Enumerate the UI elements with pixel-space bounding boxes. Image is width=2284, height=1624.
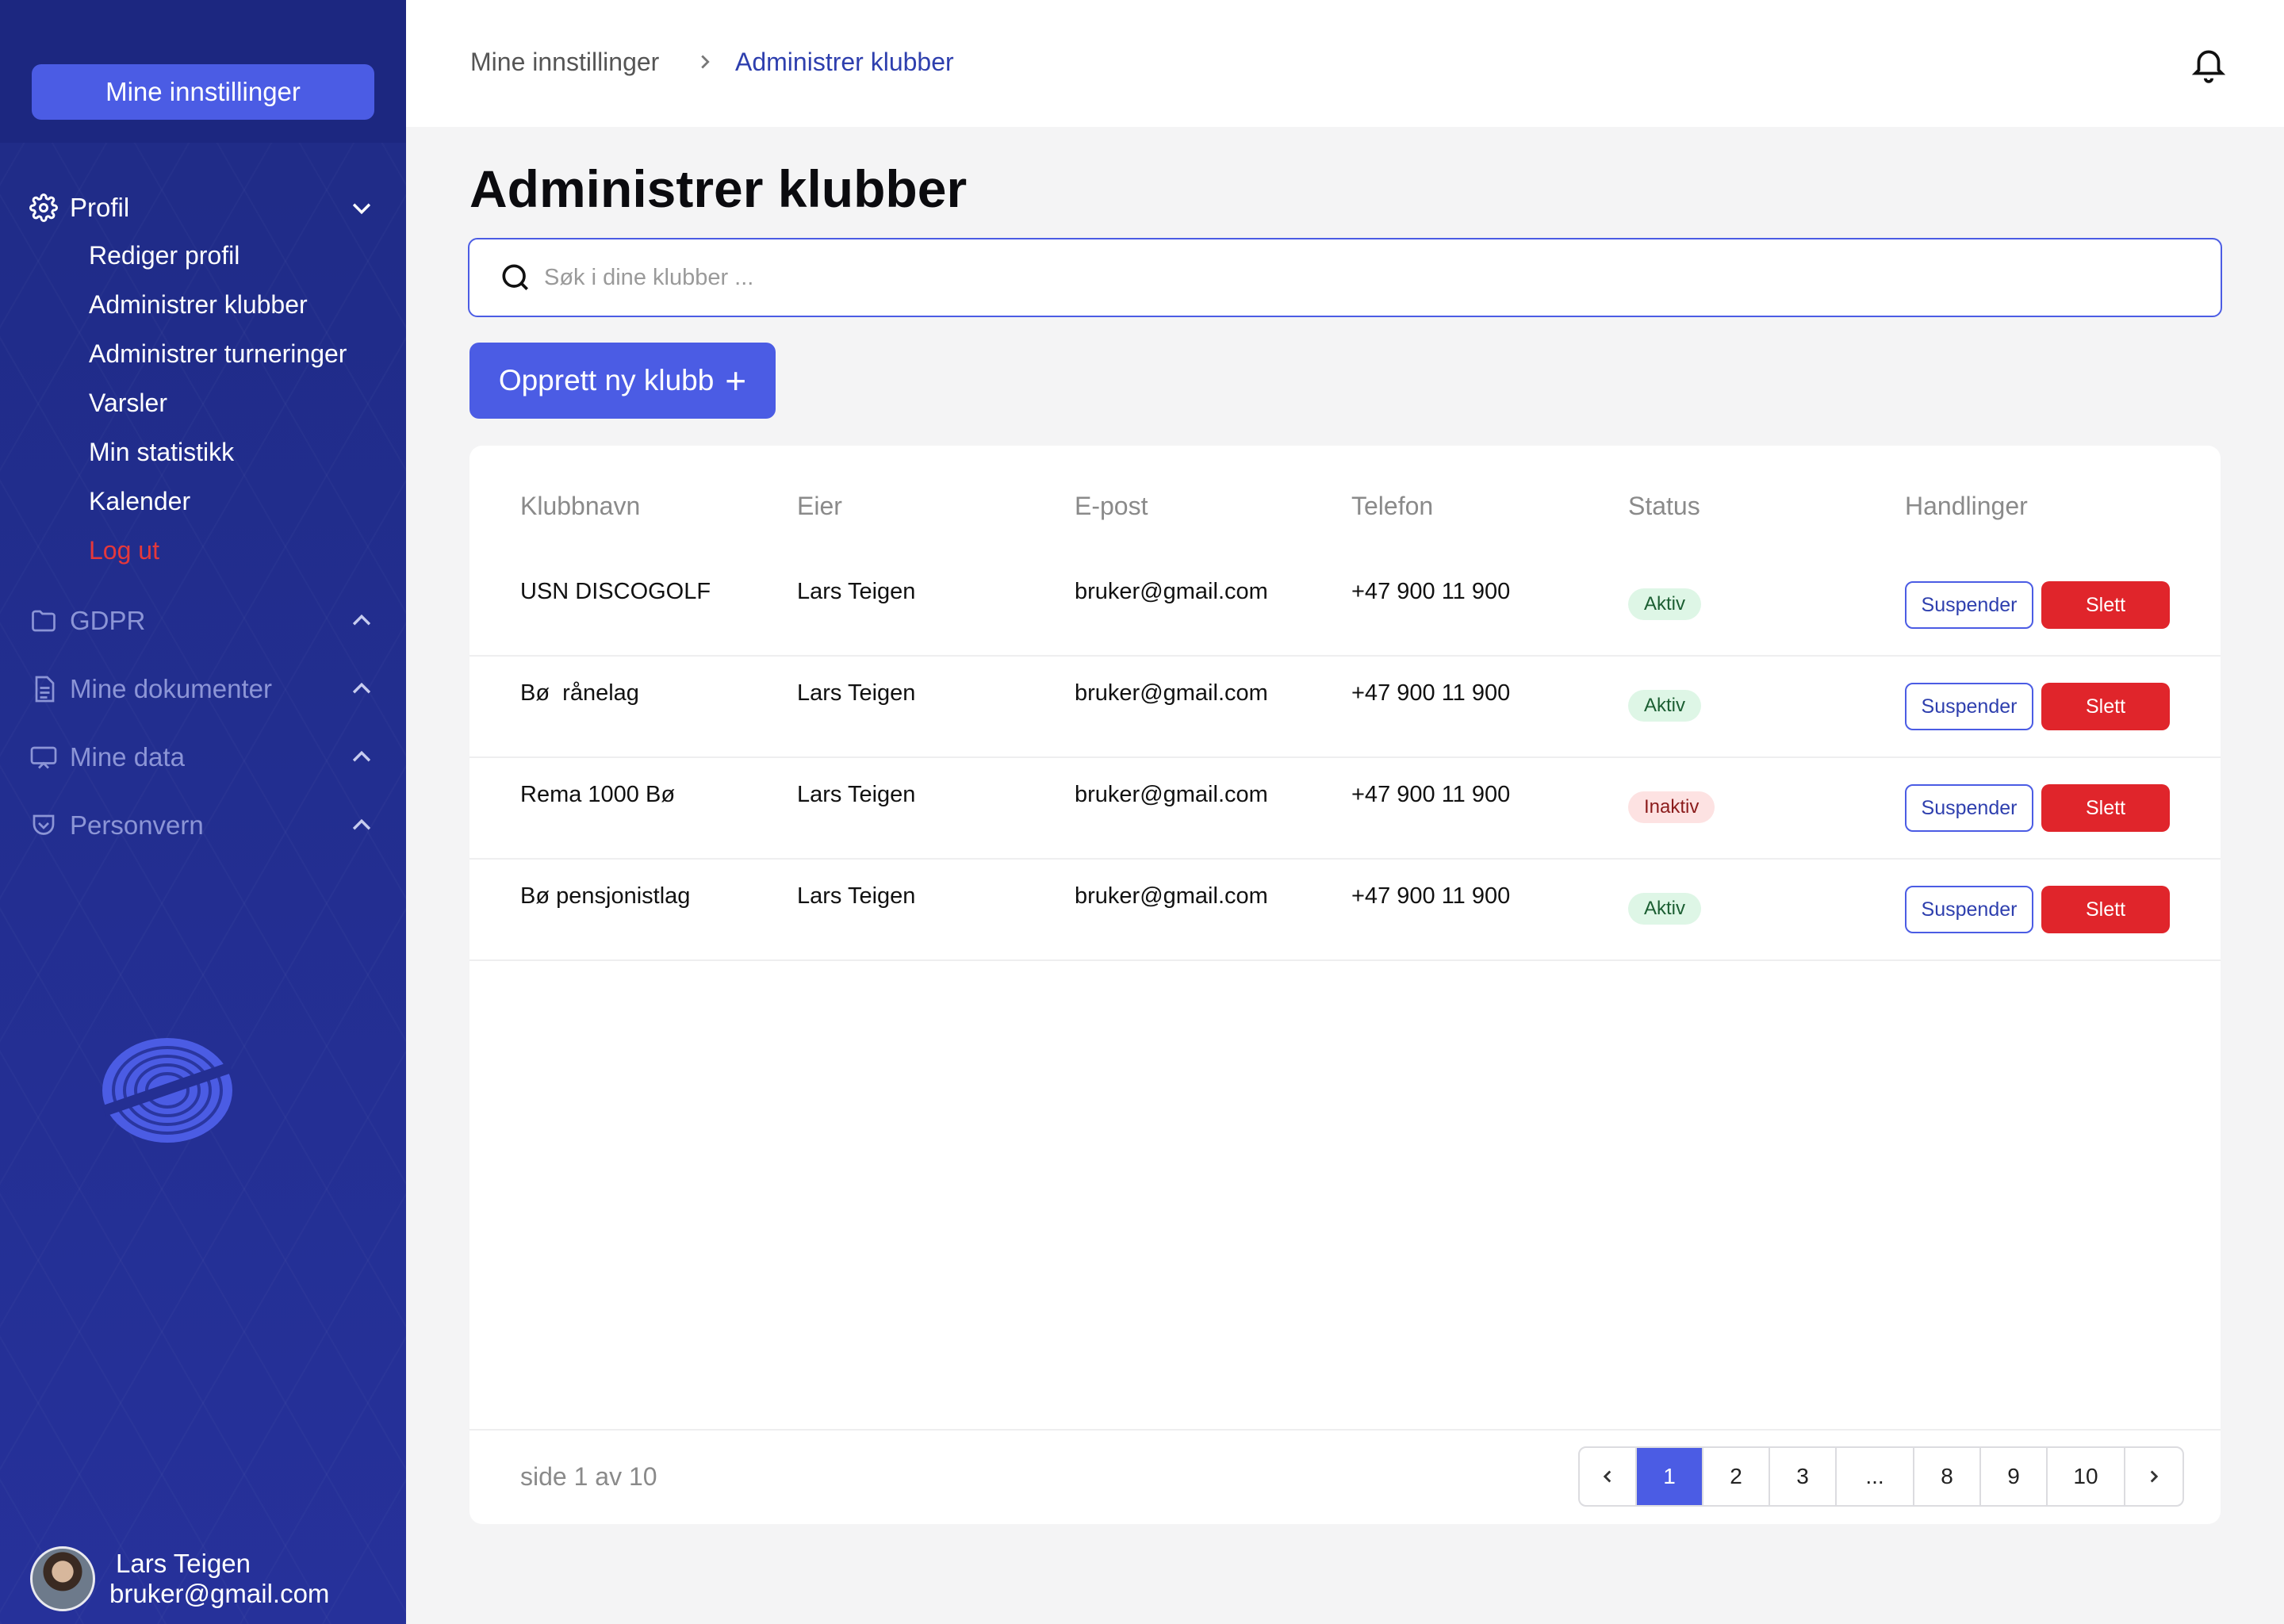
chevron-down-icon bbox=[346, 192, 377, 224]
column-header-eier: Eier bbox=[797, 492, 842, 520]
column-header-telefon: Telefon bbox=[1351, 492, 1434, 520]
sidebar-group-label: Mine dokumenter bbox=[70, 674, 272, 703]
page-title: Administrer klubber bbox=[469, 159, 968, 218]
sidebar-group-label: GDPR bbox=[70, 606, 146, 635]
user-profile[interactable]: Lars Teigen bruker@gmail.com bbox=[30, 1546, 329, 1611]
shield-icon bbox=[29, 810, 59, 841]
status-badge: Aktiv bbox=[1628, 690, 1702, 722]
club-email: bruker@gmail.com bbox=[1075, 883, 1268, 909]
delete-button[interactable]: Slett bbox=[2041, 784, 2170, 832]
table-row: Rema 1000 Bø Lars Teigen bruker@gmail.co… bbox=[469, 758, 2221, 860]
suspend-button[interactable]: Suspender bbox=[1905, 784, 2033, 832]
chevron-right-icon bbox=[693, 48, 717, 76]
club-name: Bø pensjonistlag bbox=[520, 883, 691, 909]
sidebar-item-administrer-turneringer[interactable]: Administrer turneringer bbox=[89, 339, 347, 369]
sidebar-item-administrer-klubber[interactable]: Administrer klubber bbox=[89, 290, 308, 320]
club-owner: Lars Teigen bbox=[797, 782, 916, 807]
my-settings-button[interactable]: Mine innstillinger bbox=[32, 64, 374, 120]
status-badge: Aktiv bbox=[1628, 588, 1702, 620]
page-info: side 1 av 10 bbox=[520, 1462, 657, 1491]
gear-icon bbox=[29, 193, 59, 223]
column-header-handlinger: Handlinger bbox=[1905, 492, 2028, 520]
chevron-up-icon bbox=[346, 605, 377, 637]
club-name: Bø rånelag bbox=[520, 680, 639, 706]
table-row: Bø pensjonistlag Lars Teigen bruker@gmai… bbox=[469, 860, 2221, 961]
previous-page-button[interactable] bbox=[1580, 1448, 1637, 1505]
page-button[interactable]: 8 bbox=[1914, 1448, 1981, 1505]
plus-icon: + bbox=[725, 360, 747, 401]
status-badge: Inaktiv bbox=[1628, 791, 1715, 823]
top-bar: Mine innstillinger Administrer klubber bbox=[406, 0, 2284, 127]
search-input[interactable] bbox=[544, 264, 2051, 291]
suspend-button[interactable]: Suspender bbox=[1905, 886, 2033, 933]
avatar bbox=[30, 1546, 95, 1611]
delete-button[interactable]: Slett bbox=[2041, 683, 2170, 730]
page-button[interactable]: 2 bbox=[1703, 1448, 1770, 1505]
bell-icon[interactable] bbox=[2189, 41, 2228, 86]
club-name: USN DISCOGOLF bbox=[520, 579, 711, 604]
create-club-label: Opprett ny klubb bbox=[498, 364, 715, 396]
column-header-epost: E-post bbox=[1075, 492, 1148, 520]
monitor-icon bbox=[29, 742, 59, 772]
page-button[interactable]: 1 bbox=[1637, 1448, 1703, 1505]
sidebar-group-personvern[interactable]: Personvern bbox=[29, 806, 377, 845]
sidebar-group-profil[interactable]: Profil bbox=[29, 188, 377, 228]
column-header-klubbnavn: Klubbnavn bbox=[520, 492, 641, 520]
document-icon bbox=[29, 674, 59, 704]
club-owner: Lars Teigen bbox=[797, 680, 916, 706]
sidebar-group-mine-data[interactable]: Mine data bbox=[29, 737, 377, 777]
sidebar-item-kalender[interactable]: Kalender bbox=[89, 487, 190, 516]
sidebar-item-varsler[interactable]: Varsler bbox=[89, 389, 167, 418]
chevron-left-icon bbox=[1603, 1470, 1611, 1483]
user-name: Lars Teigen bbox=[116, 1549, 251, 1578]
club-email: bruker@gmail.com bbox=[1075, 782, 1268, 807]
sidebar-group-label: Mine data bbox=[70, 742, 185, 772]
sidebar-group-mine-dokumenter[interactable]: Mine dokumenter bbox=[29, 669, 377, 709]
chevron-up-icon bbox=[346, 741, 377, 773]
create-club-button[interactable]: Opprett ny klubb + bbox=[469, 343, 776, 419]
club-email: bruker@gmail.com bbox=[1075, 680, 1268, 706]
club-email: bruker@gmail.com bbox=[1075, 579, 1268, 604]
page-button[interactable]: 10 bbox=[2048, 1448, 2125, 1505]
club-name: Rema 1000 Bø bbox=[520, 782, 676, 807]
sidebar-group-label: Personvern bbox=[70, 810, 204, 840]
disc-logo-icon bbox=[100, 1036, 235, 1145]
pagination: 1 2 3 ... 8 9 10 bbox=[1578, 1446, 2184, 1507]
page-button[interactable]: 9 bbox=[1981, 1448, 2048, 1505]
chevron-up-icon bbox=[346, 810, 377, 841]
sidebar-item-min-statistikk[interactable]: Min statistikk bbox=[89, 438, 234, 467]
club-owner: Lars Teigen bbox=[797, 883, 916, 909]
table-row: USN DISCOGOLF Lars Teigen bruker@gmail.c… bbox=[469, 555, 2221, 657]
divider bbox=[469, 1429, 2221, 1431]
chevron-up-icon bbox=[346, 673, 377, 705]
column-header-status: Status bbox=[1628, 492, 1700, 520]
status-badge: Aktiv bbox=[1628, 893, 1702, 925]
delete-button[interactable]: Slett bbox=[2041, 886, 2170, 933]
folder-icon bbox=[29, 606, 59, 636]
breadcrumb-parent[interactable]: Mine innstillinger bbox=[470, 48, 659, 77]
suspend-button[interactable]: Suspender bbox=[1905, 683, 2033, 730]
search-bar[interactable] bbox=[468, 238, 2222, 317]
page-ellipsis: ... bbox=[1837, 1448, 1914, 1505]
search-icon bbox=[498, 260, 533, 295]
logout-link[interactable]: Log ut bbox=[89, 536, 159, 565]
club-phone: +47 900 11 900 bbox=[1351, 680, 1511, 706]
page-button[interactable]: 3 bbox=[1770, 1448, 1837, 1505]
chevron-right-icon bbox=[2150, 1470, 2159, 1483]
sidebar-group-label: Profil bbox=[70, 193, 130, 222]
club-phone: +47 900 11 900 bbox=[1351, 883, 1511, 909]
sidebar: Mine innstillinger Profil Rediger profil… bbox=[0, 0, 406, 1624]
club-phone: +47 900 11 900 bbox=[1351, 579, 1511, 604]
table-row: Bø rånelag Lars Teigen bruker@gmail.com … bbox=[469, 657, 2221, 758]
sidebar-item-rediger-profil[interactable]: Rediger profil bbox=[89, 241, 240, 270]
next-page-button[interactable] bbox=[2125, 1448, 2182, 1505]
club-phone: +47 900 11 900 bbox=[1351, 782, 1511, 807]
delete-button[interactable]: Slett bbox=[2041, 581, 2170, 629]
suspend-button[interactable]: Suspender bbox=[1905, 581, 2033, 629]
clubs-table: Klubbnavn Eier E-post Telefon Status Han… bbox=[469, 446, 2221, 1524]
sidebar-group-gdpr[interactable]: GDPR bbox=[29, 601, 377, 641]
club-owner: Lars Teigen bbox=[797, 579, 916, 604]
breadcrumb-current: Administrer klubber bbox=[735, 48, 954, 76]
user-email: bruker@gmail.com bbox=[109, 1579, 330, 1608]
